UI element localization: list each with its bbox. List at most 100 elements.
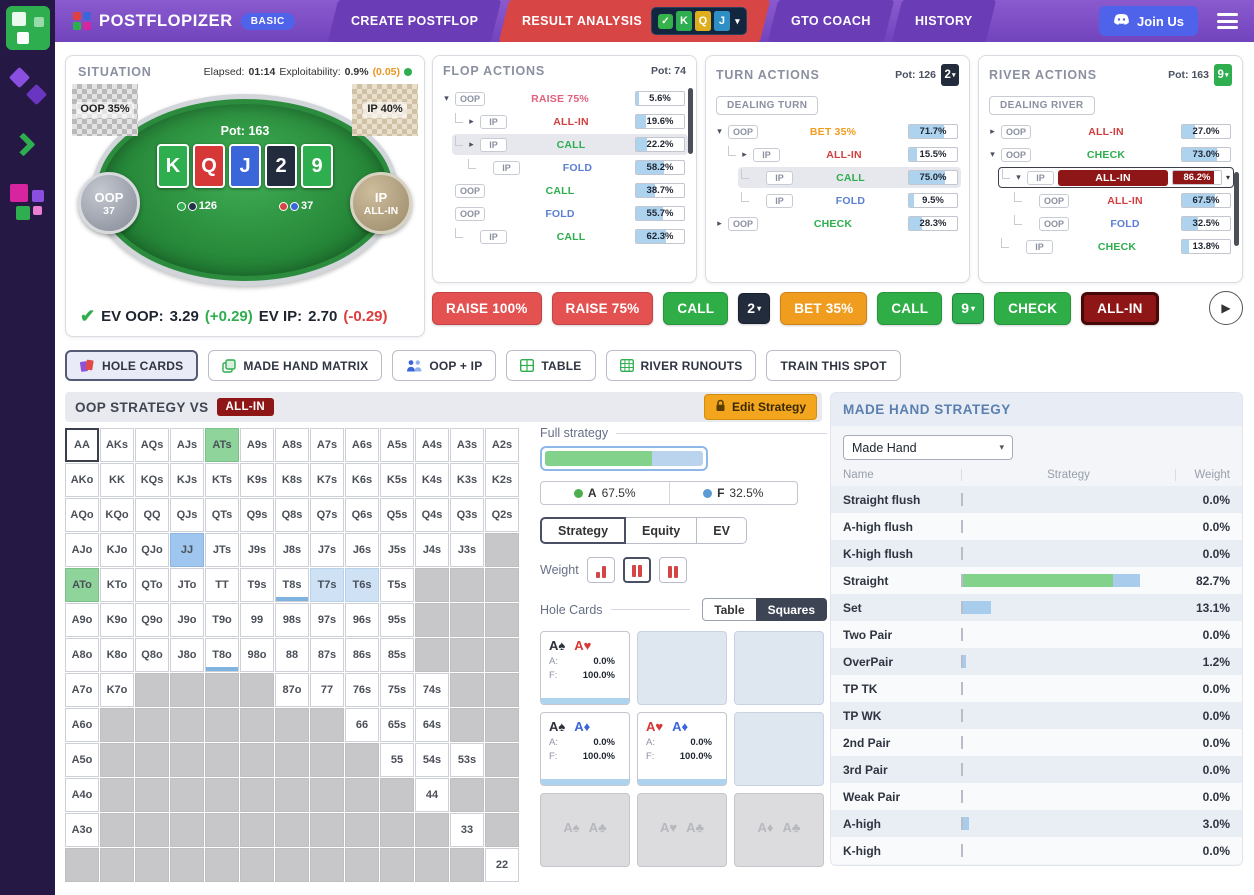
- tab-hole-cards[interactable]: HOLE CARDS: [65, 350, 199, 381]
- tree-row[interactable]: ▾ OOP RAISE 75% 5.6%: [439, 88, 688, 109]
- nav-tab-create-postflop[interactable]: CREATE POSTFLOP: [327, 0, 502, 42]
- menu-icon[interactable]: [1213, 9, 1242, 33]
- call-button[interactable]: CALL: [663, 291, 729, 325]
- matrix-cell-empty[interactable]: [485, 673, 519, 707]
- chevron-down-icon[interactable]: ▾: [988, 149, 997, 160]
- nav-tab-gto-coach[interactable]: GTO COACH: [767, 0, 895, 42]
- matrix-cell-empty[interactable]: [170, 743, 204, 777]
- tab-table[interactable]: TABLE: [506, 350, 596, 381]
- matrix-cell-KQo[interactable]: KQo: [100, 498, 134, 532]
- matrix-cell-KJs[interactable]: KJs: [170, 463, 204, 497]
- matrix-cell-AA[interactable]: AA: [65, 428, 99, 462]
- oop-range-thumbnail[interactable]: OOP 35%: [72, 84, 138, 136]
- matrix-cell-empty[interactable]: [240, 848, 274, 882]
- toggle-squares[interactable]: Squares: [755, 598, 827, 621]
- matrix-cell-empty[interactable]: [275, 778, 309, 812]
- matrix-cell-K8o[interactable]: K8o: [100, 638, 134, 672]
- matrix-cell-empty[interactable]: [205, 708, 239, 742]
- tree-row[interactable]: ▸ IP CALL 22.2%: [452, 134, 688, 155]
- matrix-cell-85s[interactable]: 85s: [380, 638, 414, 672]
- matrix-cell-87o[interactable]: 87o: [275, 673, 309, 707]
- matrix-cell-empty[interactable]: [415, 848, 449, 882]
- matrix-cell-T9o[interactable]: T9o: [205, 603, 239, 637]
- tree-row[interactable]: ▸ OOP ALL-IN 27.0%: [985, 121, 1234, 142]
- matrix-cell-empty[interactable]: [485, 638, 519, 672]
- matrix-cell-A2s[interactable]: A2s: [485, 428, 519, 462]
- matrix-cell-empty[interactable]: [170, 673, 204, 707]
- chevron-down-icon[interactable]: ▾: [442, 93, 451, 104]
- matrix-cell-64s[interactable]: 64s: [415, 708, 449, 742]
- matrix-cell-AQs[interactable]: AQs: [135, 428, 169, 462]
- matrix-cell-empty[interactable]: [450, 708, 484, 742]
- chevron-right-icon[interactable]: ▸: [988, 126, 997, 137]
- matrix-cell-empty[interactable]: [380, 848, 414, 882]
- matrix-cell-A7o[interactable]: A7o: [65, 673, 99, 707]
- matrix-cell-98o[interactable]: 98o: [240, 638, 274, 672]
- raise-75-button[interactable]: RAISE 75%: [551, 291, 654, 325]
- tree-row[interactable]: IP FOLD 58.2%: [465, 157, 688, 178]
- matrix-cell-empty[interactable]: [415, 813, 449, 847]
- tab-train-this-spot[interactable]: TRAIN THIS SPOT: [766, 350, 901, 381]
- matrix-cell-66[interactable]: 66: [345, 708, 379, 742]
- matrix-cell-A7s[interactable]: A7s: [310, 428, 344, 462]
- chevron-right-icon[interactable]: ▸: [740, 149, 749, 160]
- matrix-cell-empty[interactable]: [450, 638, 484, 672]
- matrix-cell-33[interactable]: 33: [450, 813, 484, 847]
- edit-strategy-button[interactable]: Edit Strategy: [703, 394, 817, 420]
- matrix-cell-A4s[interactable]: A4s: [415, 428, 449, 462]
- combo-tile-empty[interactable]: [734, 712, 824, 786]
- matrix-cell-AQo[interactable]: AQo: [65, 498, 99, 532]
- matrix-cell-J7s[interactable]: J7s: [310, 533, 344, 567]
- matrix-cell-empty[interactable]: [345, 848, 379, 882]
- arrow-nav-icon[interactable]: [6, 122, 50, 166]
- card-select-2[interactable]: 2 ▾: [738, 292, 771, 324]
- tree-row[interactable]: ▸ OOP CHECK 28.3%: [712, 213, 961, 234]
- matrix-cell-empty[interactable]: [485, 533, 519, 567]
- tree-row[interactable]: ▸ IP ALL-IN 15.5%: [725, 144, 961, 165]
- matrix-cell-empty[interactable]: [415, 638, 449, 672]
- combo-tile[interactable]: A♥ A♣: [637, 793, 727, 867]
- matrix-cell-T7s[interactable]: T7s: [310, 568, 344, 602]
- matrix-cell-QTs[interactable]: QTs: [205, 498, 239, 532]
- matrix-cell-54s[interactable]: 54s: [415, 743, 449, 777]
- matrix-cell-empty[interactable]: [65, 848, 99, 882]
- matrix-cell-K3s[interactable]: K3s: [450, 463, 484, 497]
- matrix-cell-empty[interactable]: [240, 673, 274, 707]
- matrix-cell-96s[interactable]: 96s: [345, 603, 379, 637]
- tree-row[interactable]: ▾ OOP CHECK 73.0%: [985, 144, 1234, 165]
- matrix-cell-empty[interactable]: [135, 813, 169, 847]
- matrix-cell-empty[interactable]: [485, 708, 519, 742]
- matrix-cell-empty[interactable]: [100, 813, 134, 847]
- nav-tab-history[interactable]: HISTORY: [891, 0, 996, 42]
- tree-row[interactable]: IP FOLD 9.5%: [738, 190, 961, 211]
- matrix-cell-empty[interactable]: [275, 813, 309, 847]
- tree-row[interactable]: ▾ OOP BET 35% 71.7%: [712, 121, 961, 142]
- matrix-cell-JTs[interactable]: JTs: [205, 533, 239, 567]
- matrix-cell-empty[interactable]: [450, 848, 484, 882]
- metric-tab-strategy[interactable]: Strategy: [540, 517, 627, 544]
- tree-row[interactable]: IP CHECK 13.8%: [998, 236, 1234, 257]
- join-us-button[interactable]: Join Us: [1099, 6, 1198, 36]
- matrix-cell-empty[interactable]: [240, 743, 274, 777]
- made-hand-dropdown[interactable]: Made Hand ▾: [843, 435, 1013, 460]
- matrix-cell-Q8s[interactable]: Q8s: [275, 498, 309, 532]
- weight-view-equal-button[interactable]: [658, 557, 687, 583]
- play-button[interactable]: ▶: [1209, 291, 1243, 325]
- ip-range-thumbnail[interactable]: IP 40%: [352, 84, 418, 136]
- matrix-cell-empty[interactable]: [310, 743, 344, 777]
- matrix-cell-empty[interactable]: [380, 778, 414, 812]
- tree-row[interactable]: OOP ALL-IN 67.5%: [1011, 190, 1234, 211]
- matrix-cell-empty[interactable]: [100, 743, 134, 777]
- matrix-cell-J8o[interactable]: J8o: [170, 638, 204, 672]
- matrix-cell-KJo[interactable]: KJo: [100, 533, 134, 567]
- matrix-cell-A3s[interactable]: A3s: [450, 428, 484, 462]
- tree-row[interactable]: OOP FOLD 55.7%: [439, 203, 688, 224]
- matrix-cell-empty[interactable]: [485, 743, 519, 777]
- matrix-cell-empty[interactable]: [170, 778, 204, 812]
- matrix-cell-J6s[interactable]: J6s: [345, 533, 379, 567]
- matrix-cell-KTo[interactable]: KTo: [100, 568, 134, 602]
- matrix-cell-AJs[interactable]: AJs: [170, 428, 204, 462]
- matrix-cell-Q9s[interactable]: Q9s: [240, 498, 274, 532]
- matrix-cell-empty[interactable]: [310, 708, 344, 742]
- matrix-cell-K7s[interactable]: K7s: [310, 463, 344, 497]
